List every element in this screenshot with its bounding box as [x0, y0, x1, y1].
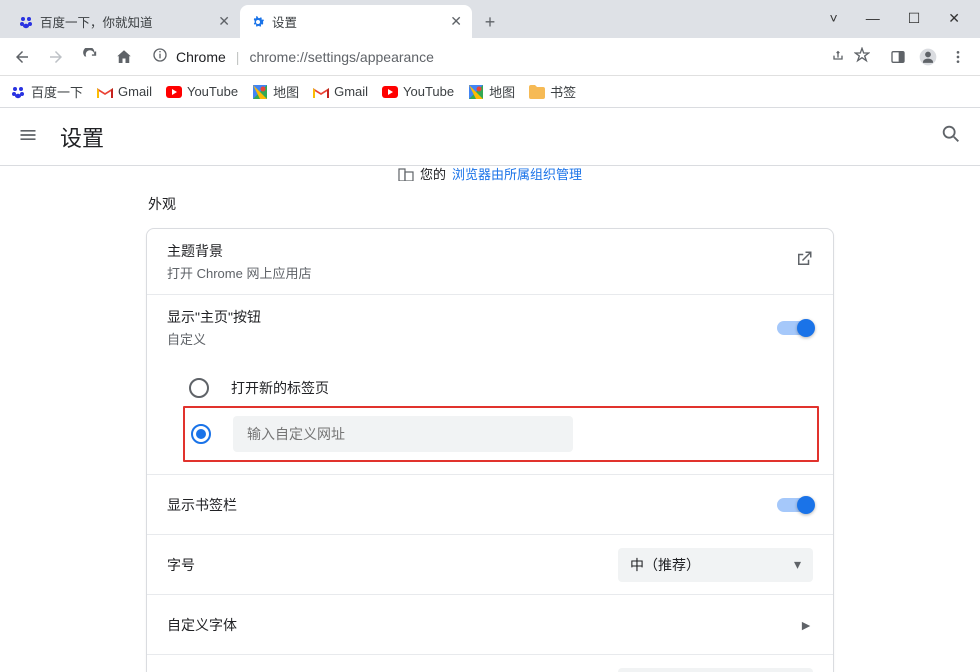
side-panel-icon[interactable] [884, 43, 912, 71]
home-page-radio-group: 打开新的标签页 [147, 360, 833, 474]
youtube-icon [166, 84, 182, 100]
youtube-icon [382, 84, 398, 100]
omnibox-path: chrome://settings/appearance [249, 49, 433, 65]
page-zoom-select[interactable]: 100% ▾ [618, 668, 813, 672]
home-button-subtitle: 自定义 [167, 329, 777, 348]
bookmark-youtube[interactable]: YouTube [166, 84, 238, 100]
home-button-title: 显示"主页"按钮 [167, 307, 777, 327]
settings-content[interactable]: 您的浏览器由所属组织管理 外观 主题背景 打开 Chrome 网上应用店 显示"… [0, 166, 980, 672]
bookmark-maps[interactable]: 地图 [468, 82, 515, 101]
tab-title: 百度一下，你就知道 [40, 12, 212, 31]
bookmark-maps[interactable]: 地图 [252, 82, 299, 101]
chevron-right-icon: ► [799, 617, 813, 633]
home-button-row: 显示"主页"按钮 自定义 [147, 294, 833, 360]
tab-title: 设置 [272, 12, 444, 31]
maps-icon [252, 84, 268, 100]
omnibox[interactable]: Chrome | chrome://settings/appearance [144, 42, 878, 72]
close-icon[interactable]: ✕ [450, 13, 462, 30]
section-title-appearance: 外观 [146, 194, 834, 214]
bookmarks-bar-row: 显示书签栏 [147, 474, 833, 534]
omnibox-domain: Chrome [176, 49, 226, 65]
baidu-favicon-icon [18, 14, 34, 30]
gmail-icon [313, 84, 329, 100]
custom-url-input[interactable] [233, 416, 573, 452]
bookmark-star-icon[interactable] [854, 47, 870, 66]
forward-button[interactable] [42, 43, 70, 71]
tab-settings[interactable]: 设置 ✕ [240, 5, 472, 38]
gmail-icon [97, 84, 113, 100]
bookmarks-bar-toggle[interactable] [777, 498, 813, 512]
bookmark-folder[interactable]: 书签 [529, 82, 576, 101]
theme-row[interactable]: 主题背景 打开 Chrome 网上应用店 [147, 229, 833, 294]
bookmark-youtube[interactable]: YouTube [382, 84, 454, 100]
font-size-select[interactable]: 中（推荐） ▾ [618, 548, 813, 582]
menu-button[interactable] [18, 125, 42, 149]
radio-input[interactable] [191, 424, 211, 444]
folder-icon [529, 84, 545, 100]
menu-kebab-icon[interactable] [944, 43, 972, 71]
share-icon[interactable] [830, 47, 846, 66]
theme-subtitle: 打开 Chrome 网上应用店 [167, 263, 795, 282]
caret-down-icon: ▾ [794, 556, 801, 573]
toolbar: Chrome | chrome://settings/appearance [0, 38, 980, 76]
font-size-row: 字号 中（推荐） ▾ [147, 534, 833, 594]
bookmarks-bar: 百度一下 Gmail YouTube 地图 Gmail YouTube 地图 书… [0, 76, 980, 108]
home-button[interactable] [110, 43, 138, 71]
bookmark-baidu[interactable]: 百度一下 [10, 82, 83, 101]
custom-fonts-row[interactable]: 自定义字体 ► [147, 594, 833, 654]
close-icon[interactable]: ✕ [218, 13, 230, 30]
building-icon [398, 167, 414, 181]
radio-custom-url[interactable] [191, 412, 811, 456]
tab-baidu[interactable]: 百度一下，你就知道 ✕ [8, 5, 240, 38]
managed-banner: 您的浏览器由所属组织管理 [398, 166, 582, 183]
search-button[interactable] [940, 123, 962, 150]
radio-input[interactable] [189, 378, 209, 398]
reload-button[interactable] [76, 43, 104, 71]
open-external-icon[interactable] [795, 250, 813, 273]
back-button[interactable] [8, 43, 36, 71]
page-zoom-row: 网页缩放 100% ▾ [147, 654, 833, 672]
highlight-annotation [183, 406, 819, 462]
maps-icon [468, 84, 484, 100]
page-title: 设置 [60, 121, 940, 153]
bookmark-gmail[interactable]: Gmail [313, 84, 368, 100]
gear-favicon-icon [250, 14, 266, 30]
site-info-icon[interactable] [152, 47, 168, 66]
radio-new-tab-page[interactable]: 打开新的标签页 [189, 366, 813, 410]
home-button-toggle[interactable] [777, 321, 813, 335]
theme-title: 主题背景 [167, 241, 795, 261]
profile-icon[interactable] [914, 43, 942, 71]
baidu-icon [10, 84, 26, 100]
new-tab-button[interactable]: + [476, 8, 504, 36]
appearance-card: 主题背景 打开 Chrome 网上应用店 显示"主页"按钮 自定义 打开新的标签… [146, 228, 834, 672]
bookmark-gmail[interactable]: Gmail [97, 84, 152, 100]
settings-header: 设置 [0, 108, 980, 166]
window-controls: ˅ — ☐ ✕ [830, 0, 980, 10]
